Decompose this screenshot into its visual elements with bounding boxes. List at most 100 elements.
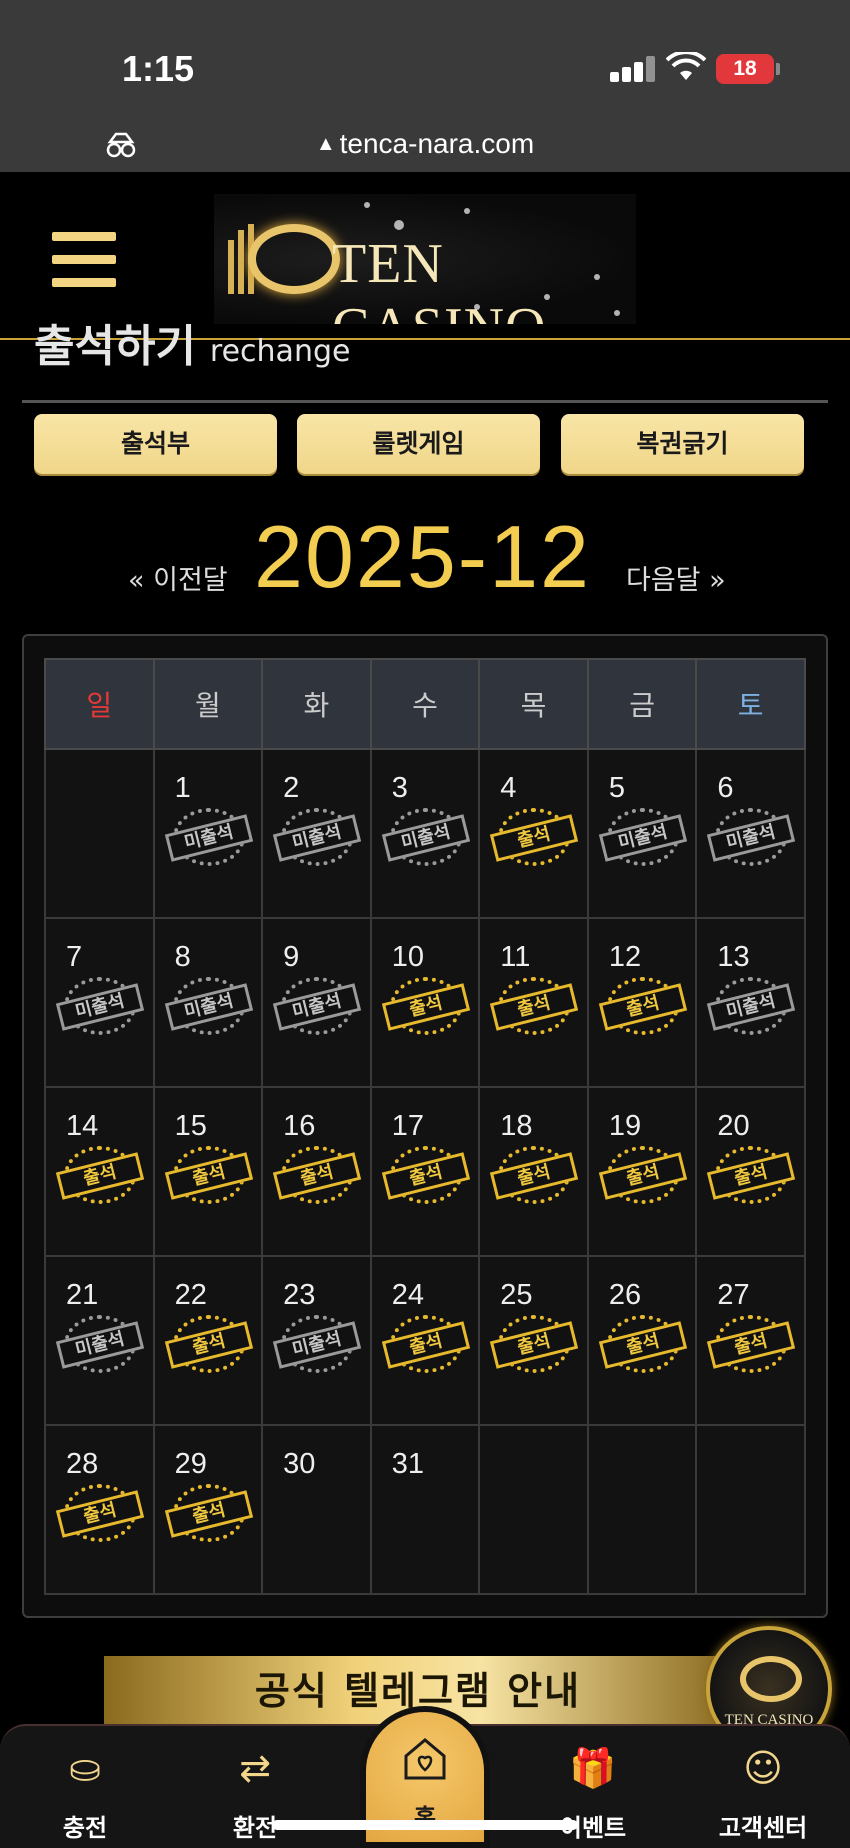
calendar-day-cell[interactable]: 8 미출석 <box>152 917 264 1088</box>
next-month-link[interactable]: 다음달 » <box>626 558 726 597</box>
attended-stamp-icon: 출석 <box>381 1146 470 1204</box>
attended-stamp-icon: 출석 <box>272 1146 362 1204</box>
day-number: 24 <box>391 1279 424 1311</box>
attended-stamp-icon: 출석 <box>490 977 579 1035</box>
calendar-day-cell[interactable]: 4 출석 <box>478 748 589 919</box>
site-logo[interactable]: TEN CASINO <box>214 194 636 324</box>
calendar-day-cell[interactable]: 31 <box>369 1424 481 1595</box>
day-number: 21 <box>66 1279 99 1311</box>
calendar-day-cell[interactable]: 7 미출석 <box>44 917 155 1088</box>
attended-stamp-icon: 출석 <box>490 808 579 866</box>
logo-text: TEN CASINO <box>332 233 545 324</box>
attendance-calendar: 일월화수목금토 1 미출석 2 미출석 3 미출석 4 출석 5 미출석 6 미출석 7 미출석 8 미출석 9… <box>44 658 806 1595</box>
prev-month-link[interactable]: « 이전달 <box>128 558 228 597</box>
calendar-day-cell[interactable]: 19 출석 <box>586 1086 698 1257</box>
calendar-day-cell[interactable]: 28 출석 <box>44 1424 155 1595</box>
calendar-day-cell[interactable]: 14 출석 <box>44 1086 155 1257</box>
attended-stamp-icon: 출석 <box>490 1315 579 1373</box>
weekday-header: 금 <box>586 658 698 750</box>
calendar-week-row: 14 출석 15 출석 16 출석 17 출석 18 출석 19 출석 20 출석 <box>44 1086 806 1257</box>
day-number: 12 <box>608 941 642 973</box>
calendar-day-cell[interactable]: 3 미출석 <box>369 748 481 919</box>
status-time: 1:15 <box>122 48 195 89</box>
attended-stamp-icon: 출석 <box>55 1484 145 1542</box>
tab-attendance[interactable]: 출석부 <box>34 414 277 474</box>
calendar-day-cell[interactable]: 15 출석 <box>152 1086 264 1257</box>
warning-icon: ▲ <box>315 133 336 155</box>
calendar-day-cell[interactable]: 16 출석 <box>261 1086 372 1257</box>
absent-stamp-icon: 미출석 <box>55 977 145 1035</box>
calendar-week-row: 21 미출석 22 출석 23 미출석 24 출석 25 출석 26 출석 27 출석 <box>44 1255 806 1426</box>
site-header: TEN CASINO <box>0 172 850 340</box>
calendar-day-cell[interactable]: 10 출석 <box>369 917 481 1088</box>
section-title-en: rechange <box>209 334 351 369</box>
calendar-week-row: 7 미출석 8 미출석 9 미출석 10 출석 11 출석 12 출석 13 미출석 <box>44 917 806 1088</box>
url-bar[interactable]: ▲ tenca-nara.com <box>0 128 850 160</box>
calendar-week-row: 28 출석 29 출석 30 31 <box>44 1424 806 1595</box>
tab-lottery[interactable]: 복권긁기 <box>561 414 804 474</box>
day-number: 14 <box>66 1110 99 1142</box>
day-number: 3 <box>391 772 408 804</box>
calendar-day-cell[interactable]: 23 미출석 <box>261 1255 372 1426</box>
gift-icon: 🎁 <box>569 1746 617 1790</box>
calendar-day-cell[interactable]: 13 미출석 <box>695 917 806 1088</box>
day-number: 4 <box>500 772 517 804</box>
absent-stamp-icon: 미출석 <box>272 1315 362 1373</box>
calendar-day-cell[interactable]: 2 미출석 <box>261 748 372 919</box>
day-number: 26 <box>608 1279 642 1311</box>
exchange-icon: ⇄ <box>239 1746 271 1790</box>
absent-stamp-icon: 미출석 <box>598 808 687 866</box>
day-number: 18 <box>500 1110 533 1142</box>
calendar-day-cell[interactable]: 30 <box>261 1424 372 1595</box>
calendar-day-cell[interactable]: 24 출석 <box>369 1255 481 1426</box>
calendar-day-cell[interactable]: 5 미출석 <box>586 748 698 919</box>
attended-stamp-icon: 출석 <box>164 1484 253 1542</box>
calendar-day-cell[interactable]: 17 출석 <box>369 1086 481 1257</box>
day-number: 31 <box>391 1448 424 1480</box>
url-text: tenca-nara.com <box>339 128 535 159</box>
nav-charge-label: 충전 <box>62 1814 108 1842</box>
calendar-day-cell[interactable]: 26 출석 <box>586 1255 698 1426</box>
absent-stamp-icon: 미출석 <box>272 808 362 866</box>
status-bar: 1:15 18 ▲ tenca-nara.com <box>0 0 850 172</box>
logo-ring-icon <box>740 1656 802 1702</box>
attended-stamp-icon: 출석 <box>598 977 687 1035</box>
section-title-ko: 출석하기 <box>34 322 196 372</box>
calendar-day-cell <box>586 1424 698 1595</box>
wifi-icon <box>666 52 706 80</box>
nav-support[interactable]: ☺ 고객센터 <box>698 1746 828 1843</box>
calendar-day-cell[interactable]: 20 출석 <box>695 1086 806 1257</box>
calendar-day-cell[interactable]: 11 출석 <box>478 917 589 1088</box>
tab-roulette[interactable]: 룰렛게임 <box>297 414 540 474</box>
calendar-day-cell[interactable]: 12 출석 <box>586 917 698 1088</box>
absent-stamp-icon: 미출석 <box>55 1315 145 1373</box>
day-number: 28 <box>66 1448 99 1480</box>
day-number: 17 <box>391 1110 424 1142</box>
calendar-day-cell[interactable]: 25 출석 <box>478 1255 589 1426</box>
attended-stamp-icon: 출석 <box>707 1315 796 1373</box>
home-heart-icon <box>404 1738 446 1780</box>
weekday-header: 수 <box>369 658 481 750</box>
calendar-day-cell[interactable]: 6 미출석 <box>695 748 806 919</box>
menu-icon[interactable] <box>52 232 116 288</box>
attended-stamp-icon: 출석 <box>55 1146 145 1204</box>
support-icon: ☺ <box>743 1746 783 1790</box>
attended-stamp-icon: 출석 <box>381 1315 470 1373</box>
day-number: 9 <box>283 941 300 973</box>
calendar-day-cell[interactable]: 1 미출석 <box>152 748 264 919</box>
calendar-day-cell[interactable]: 9 미출석 <box>261 917 372 1088</box>
weekday-header: 토 <box>695 658 806 750</box>
calendar-day-cell[interactable]: 27 출석 <box>695 1255 806 1426</box>
absent-stamp-icon: 미출석 <box>164 808 253 866</box>
calendar-day-cell <box>44 748 155 919</box>
attended-stamp-icon: 출석 <box>598 1315 687 1373</box>
calendar-day-cell[interactable]: 18 출석 <box>478 1086 589 1257</box>
day-number: 7 <box>66 941 83 973</box>
day-number: 25 <box>500 1279 533 1311</box>
calendar-day-cell[interactable]: 22 출석 <box>152 1255 264 1426</box>
nav-charge[interactable]: ⛀ 충전 <box>20 1746 150 1843</box>
absent-stamp-icon: 미출석 <box>707 977 796 1035</box>
calendar-day-cell[interactable]: 29 출석 <box>152 1424 264 1595</box>
calendar-week-row: 1 미출석 2 미출석 3 미출석 4 출석 5 미출석 6 미출석 <box>44 748 806 919</box>
calendar-day-cell[interactable]: 21 미출석 <box>44 1255 155 1426</box>
